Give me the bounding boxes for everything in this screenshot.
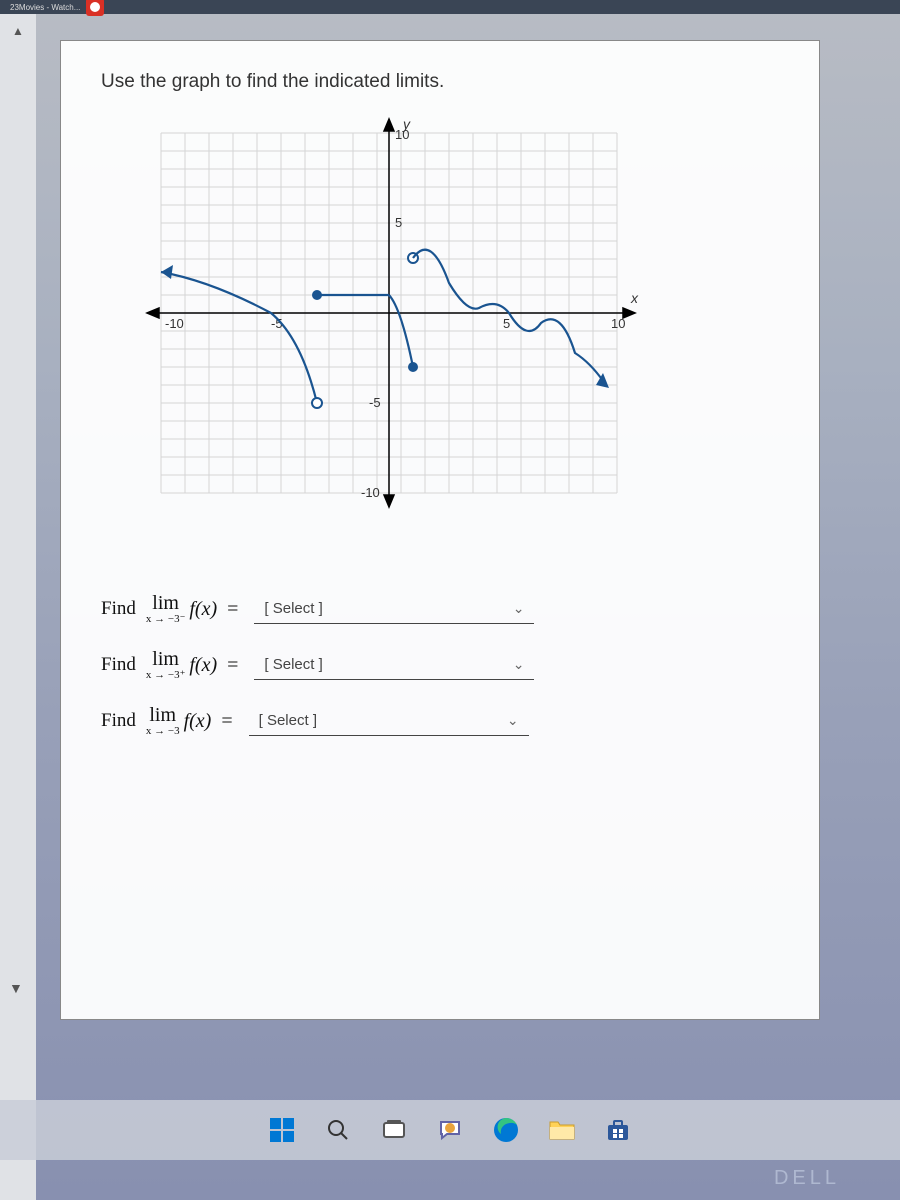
chevron-down-icon: ⌄ (513, 600, 525, 617)
svg-text:5: 5 (395, 215, 402, 230)
question-panel: Use the graph to find the indicated limi… (60, 40, 820, 1020)
select-placeholder: [ Select ] (264, 656, 322, 673)
limit-question-2: Find lim x → −3⁺ f(x) = [ Select ] ⌄ (101, 649, 779, 681)
svg-text:-10: -10 (361, 485, 380, 500)
svg-text:-5: -5 (369, 395, 381, 410)
lim-symbol: lim x → −3⁻ (146, 593, 186, 625)
limit-question-3: Find lim x → −3 f(x) = [ Select ] ⌄ (101, 705, 779, 737)
chevron-down-icon: ⌄ (513, 656, 525, 673)
find-label: Find (101, 710, 136, 732)
equals: = (227, 598, 238, 621)
scroll-up-icon[interactable]: ▲ (8, 20, 28, 42)
find-label: Find (101, 654, 136, 676)
svg-text:10: 10 (611, 316, 625, 331)
equals: = (221, 710, 232, 733)
task-view-icon[interactable] (377, 1113, 411, 1147)
chevron-down-icon: ⌄ (507, 712, 519, 729)
select-placeholder: [ Select ] (259, 712, 317, 729)
select-limit-1[interactable]: [ Select ] ⌄ (254, 594, 534, 624)
bookmark-icon[interactable] (86, 0, 104, 16)
select-limit-3[interactable]: [ Select ] ⌄ (249, 706, 529, 736)
fx-label: f(x) (189, 654, 217, 677)
browser-tab-bar: 23Movies - Watch... (0, 0, 900, 14)
svg-text:y: y (402, 116, 411, 132)
limit-question-1: Find lim x → −3⁻ f(x) = [ Select ] ⌄ (101, 593, 779, 625)
file-explorer-icon[interactable] (545, 1113, 579, 1147)
lim-symbol: lim x → −3 (146, 705, 180, 737)
svg-text:5: 5 (503, 316, 510, 331)
microsoft-store-icon[interactable] (601, 1113, 635, 1147)
find-label: Find (101, 598, 136, 620)
dell-brand: DELL (774, 1167, 840, 1190)
fx-label: f(x) (184, 710, 212, 733)
windows-start-icon[interactable] (265, 1113, 299, 1147)
select-placeholder: [ Select ] (264, 600, 322, 617)
edge-icon[interactable] (489, 1113, 523, 1147)
left-scrollbar[interactable]: ▲ (0, 14, 36, 1200)
fx-label: f(x) (189, 598, 217, 621)
svg-text:x: x (630, 290, 639, 306)
search-icon[interactable] (321, 1113, 355, 1147)
select-limit-2[interactable]: [ Select ] ⌄ (254, 650, 534, 680)
equals: = (227, 654, 238, 677)
question-prompt: Use the graph to find the indicated limi… (101, 71, 779, 93)
lim-symbol: lim x → −3⁺ (146, 649, 186, 681)
bookmark-text[interactable]: 23Movies - Watch... (10, 3, 80, 12)
windows-taskbar[interactable] (0, 1100, 900, 1160)
svg-text:-10: -10 (165, 316, 184, 331)
chat-icon[interactable] (433, 1113, 467, 1147)
scroll-down-icon[interactable]: ▼ (9, 980, 23, 996)
graph: -10 -5 5 10 10 5 -5 -10 y x (131, 113, 641, 513)
